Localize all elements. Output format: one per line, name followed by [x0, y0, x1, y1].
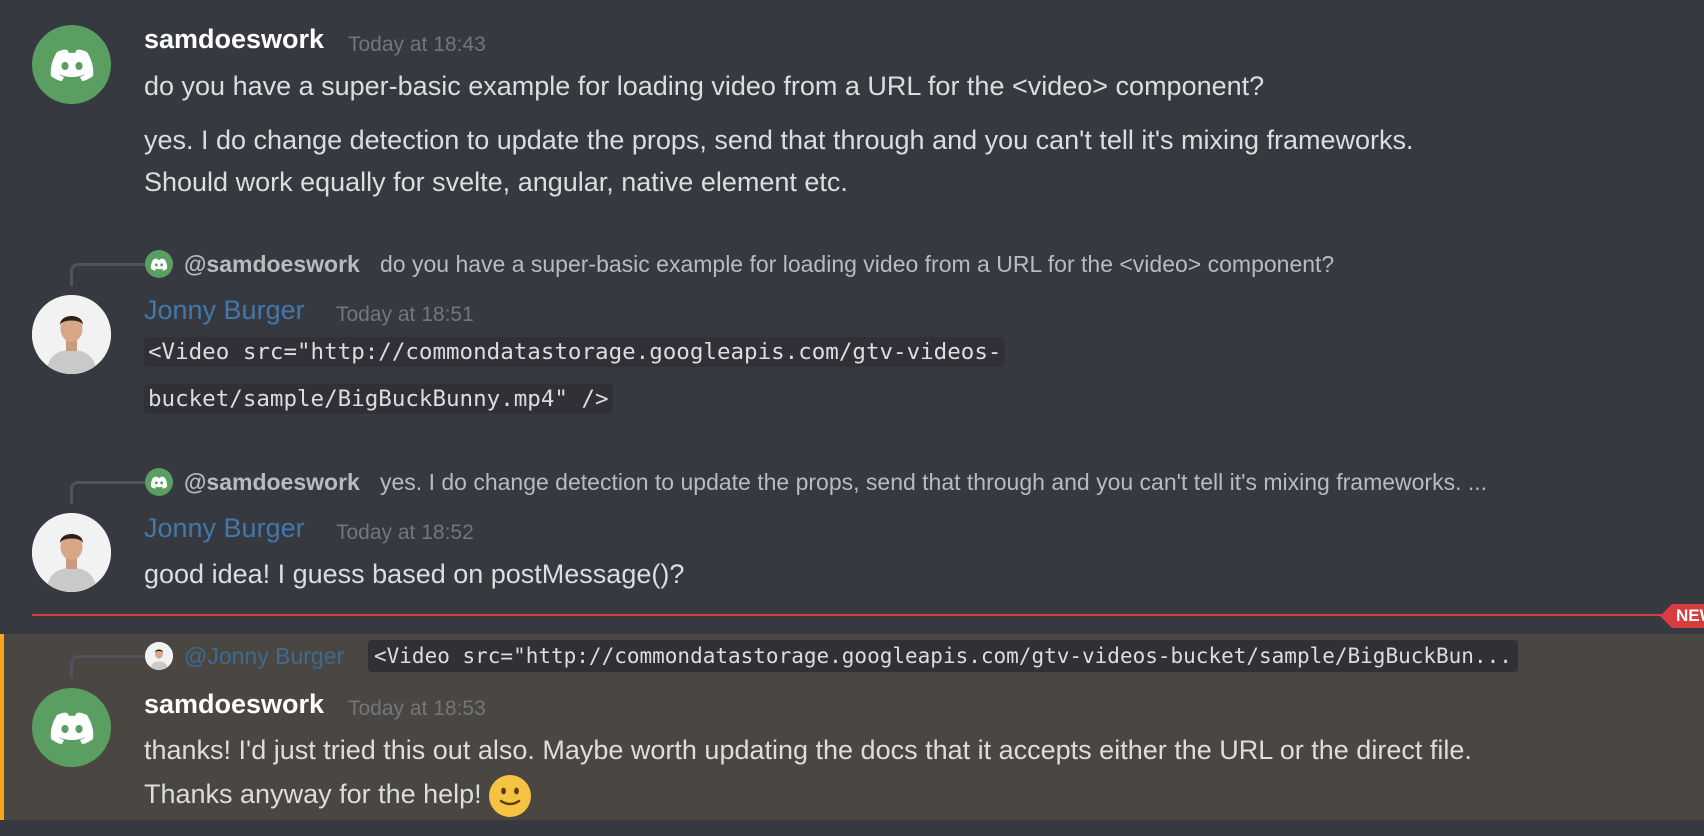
message-timestamp: Today at 18:51 — [336, 303, 474, 326]
reply-mention[interactable]: @samdoeswork — [184, 469, 360, 496]
discord-logo-icon — [50, 712, 93, 744]
user-photo-icon — [32, 513, 111, 592]
reply-connector — [70, 481, 145, 504]
avatar-samdoeswork[interactable] — [32, 688, 111, 767]
message-username[interactable]: Jonny Burger — [144, 513, 305, 544]
mention-highlight-bar — [0, 634, 4, 820]
reply-avatar — [145, 642, 173, 670]
message-timestamp: Today at 18:52 — [336, 521, 474, 544]
slightly-smiling-face-icon[interactable] — [489, 774, 532, 817]
message-text: Should work equally for svelte, angular,… — [144, 167, 848, 197]
message-username[interactable]: samdoeswork — [144, 24, 324, 55]
reply-preview-text[interactable]: do you have a super-basic example for lo… — [380, 251, 1334, 278]
smile-emoji-svg — [490, 775, 531, 816]
code-line: <Video src="http://commondatastorage.goo… — [144, 337, 1006, 367]
user-photo-icon — [32, 295, 111, 374]
new-messages-badge: NEW — [1660, 604, 1704, 628]
discord-logo-icon — [50, 49, 93, 81]
reply-mention[interactable]: @Jonny Burger — [184, 643, 344, 670]
message-timestamp: Today at 18:43 — [348, 33, 486, 56]
message-timestamp: Today at 18:53 — [348, 697, 486, 720]
message-text: Thanks anyway for the help! — [144, 779, 482, 809]
message-text: thanks! I'd just tried this out also. Ma… — [144, 735, 1472, 765]
reply-preview-code[interactable]: <Video src="http://commondatastorage.goo… — [368, 640, 1518, 672]
reply-avatar — [145, 468, 173, 496]
avatar-samdoeswork[interactable] — [32, 25, 111, 104]
code-line: bucket/sample/BigBuckBunny.mp4" /> — [144, 384, 613, 414]
message-username[interactable]: samdoeswork — [144, 689, 324, 720]
message-text: good idea! I guess based on postMessage(… — [144, 559, 685, 589]
reply-avatar — [145, 250, 173, 278]
reply-connector — [70, 263, 145, 286]
message-username[interactable]: Jonny Burger — [144, 295, 305, 326]
user-photo-icon — [145, 642, 173, 670]
message-text-line-2: Thanks anyway for the help! — [144, 770, 532, 818]
message-text: yes. I do change detection to update the… — [144, 125, 1414, 155]
avatar-jonny-burger[interactable] — [32, 295, 111, 374]
chat-bottom-edge — [0, 820, 1704, 836]
new-messages-divider — [32, 614, 1662, 616]
avatar-jonny-burger[interactable] — [32, 513, 111, 592]
discord-logo-icon — [150, 258, 168, 271]
discord-logo-icon — [150, 476, 168, 489]
reply-preview-text[interactable]: yes. I do change detection to update the… — [380, 469, 1487, 496]
reply-mention[interactable]: @samdoeswork — [184, 251, 360, 278]
message-text: do you have a super-basic example for lo… — [144, 71, 1265, 101]
reply-connector — [70, 655, 145, 678]
